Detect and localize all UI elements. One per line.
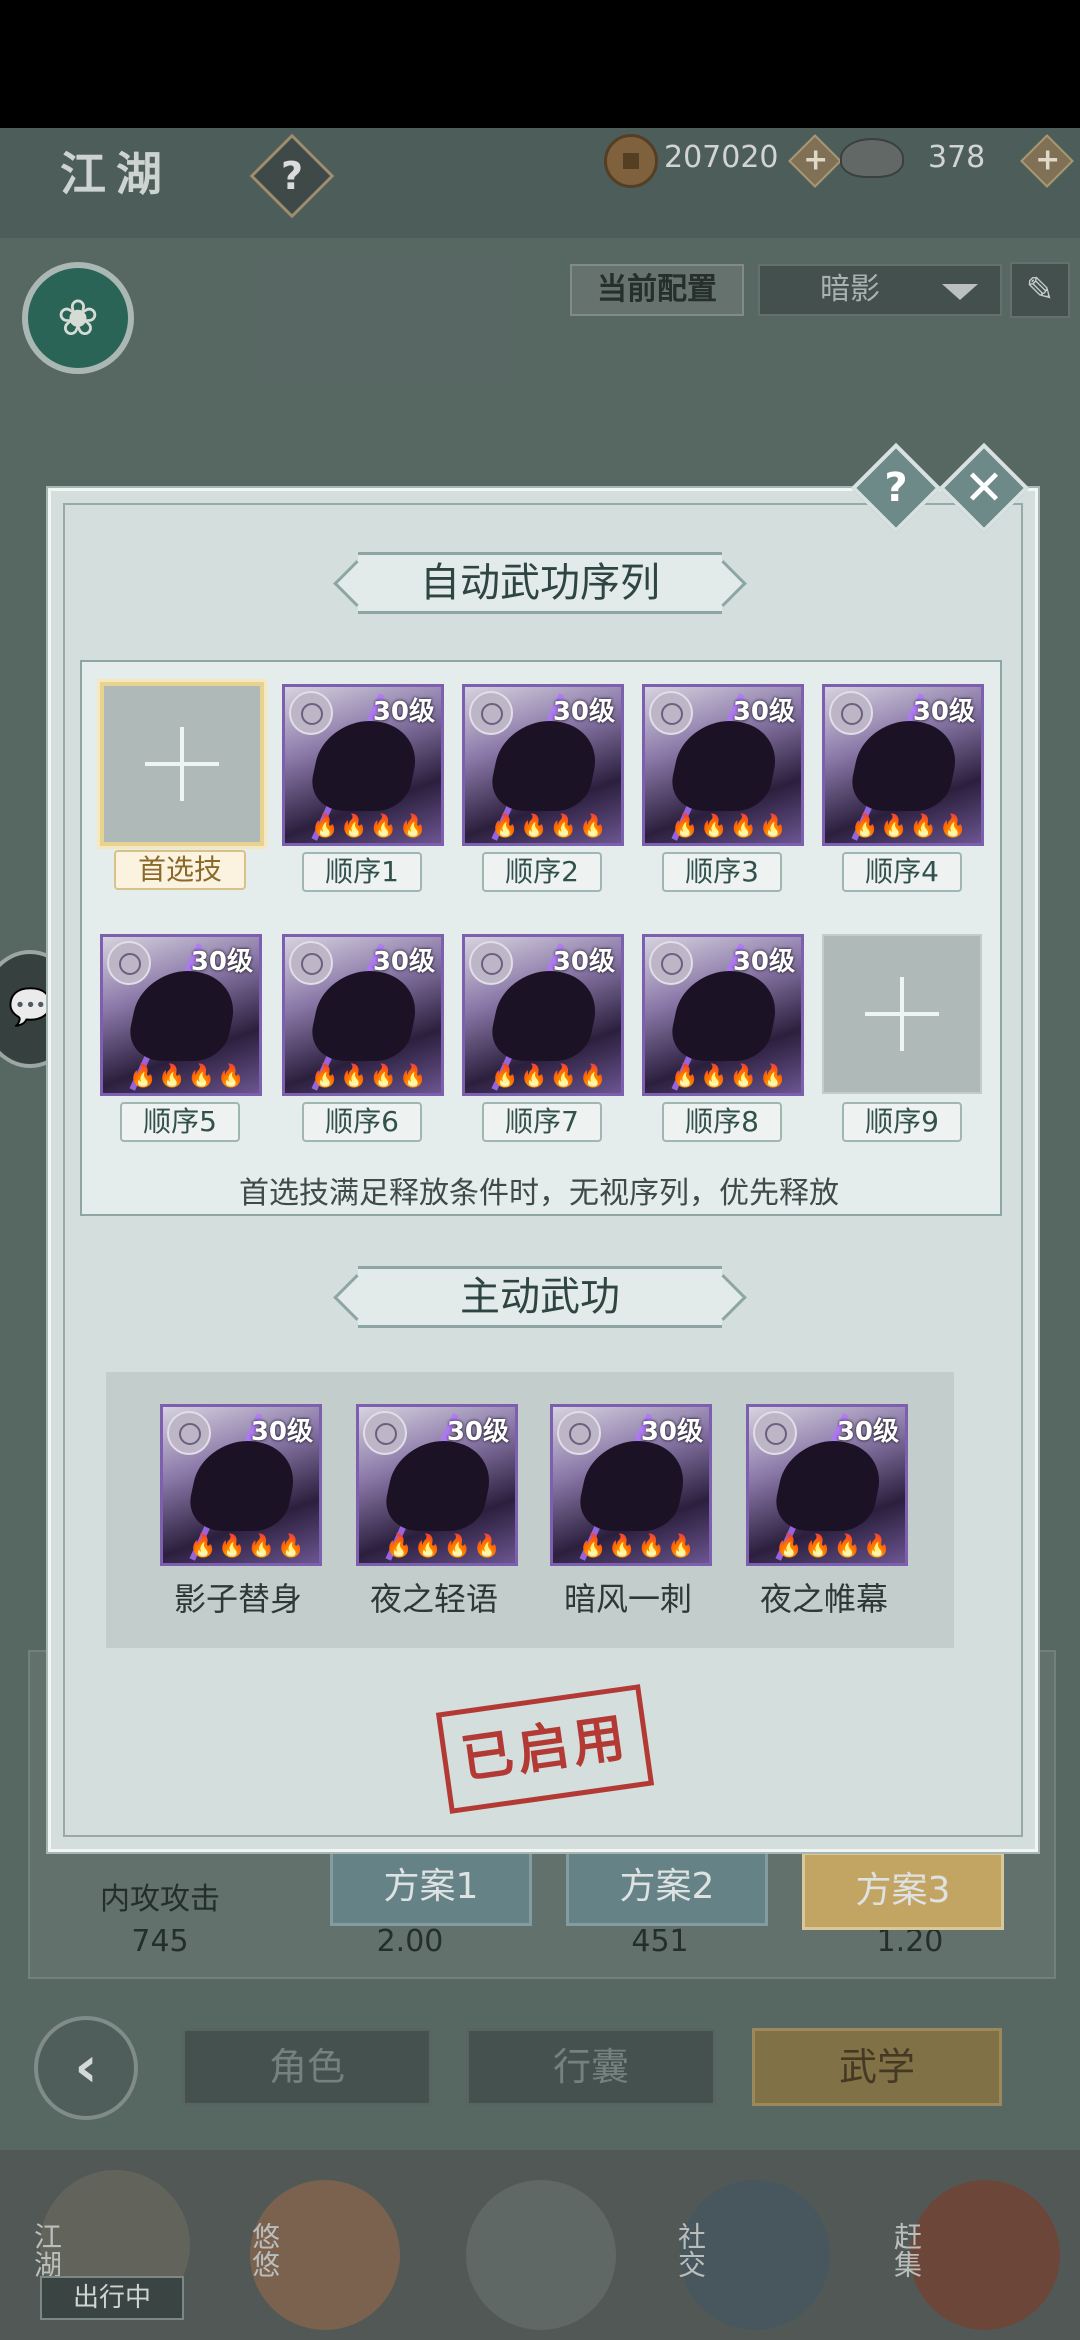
flame-rank-icon: 🔥🔥🔥🔥 [491,814,609,839]
skill-level: 30级 [836,1417,899,1447]
skill-level: 30级 [190,947,253,977]
rose-emblem-icon [649,691,693,735]
skill-name: 影子替身 [173,1580,302,1618]
ninja-silhouette [183,1441,303,1531]
slot-tag: 顺序5 [120,1102,240,1142]
skill-level: 30级 [732,947,795,977]
flame-rank-icon: 🔥🔥🔥🔥 [671,1064,789,1089]
ninja-silhouette [485,971,605,1061]
flame-rank-icon: 🔥🔥🔥🔥 [775,1534,893,1559]
slot-tag: 顺序1 [302,852,422,892]
flame-rank-icon: 🔥🔥🔥🔥 [311,1064,429,1089]
skill-slot[interactable]: 30级 🔥🔥🔥🔥 [100,934,262,1096]
slot-tag: 顺序9 [842,1102,962,1142]
ninja-silhouette [123,971,243,1061]
ninja-silhouette [573,1441,693,1531]
skill-name: 夜之帷幕 [759,1580,888,1618]
skill-slot[interactable]: 30级 🔥🔥🔥🔥 [642,934,804,1096]
rose-emblem-icon [363,1411,407,1455]
close-icon: ✕ [963,460,1005,516]
rose-emblem-icon [829,691,873,735]
skill-slot[interactable]: 30级 🔥🔥🔥🔥 [282,684,444,846]
skill-level: 30级 [372,697,435,727]
slot-tag: 顺序7 [482,1102,602,1142]
active-skill-card[interactable]: 30级 🔥🔥🔥🔥 [356,1404,518,1566]
ninja-silhouette [665,721,785,811]
slot-tag: 顺序8 [662,1102,782,1142]
skill-level: 30级 [250,1417,313,1447]
active-skills-title: 主动武功 [358,1266,722,1328]
skill-level: 30级 [552,947,615,977]
skill-slot[interactable]: 30级 🔥🔥🔥🔥 [462,934,624,1096]
rose-emblem-icon [469,941,513,985]
skill-level: 30级 [372,947,435,977]
ninja-silhouette [305,971,425,1061]
skill-slot[interactable]: 30级 🔥🔥🔥🔥 [822,684,984,846]
rose-emblem-icon [649,941,693,985]
help-icon: ? [884,465,908,511]
flame-rank-icon: 🔥🔥🔥🔥 [385,1534,503,1559]
skill-level: 30级 [640,1417,703,1447]
plus-icon [824,936,980,1092]
slot-tag: 顺序3 [662,852,782,892]
flame-rank-icon: 🔥🔥🔥🔥 [579,1534,697,1559]
rose-emblem-icon [167,1411,211,1455]
first-skill-slot[interactable] [100,682,264,846]
sequence-note: 首选技满足释放条件时，无视序列，优先释放 [239,1176,839,1211]
skill-level: 30级 [552,697,615,727]
flame-rank-icon: 🔥🔥🔥🔥 [851,814,969,839]
ninja-silhouette [769,1441,889,1531]
slot-tag: 首选技 [114,850,246,890]
active-skill-card[interactable]: 30级 🔥🔥🔥🔥 [550,1404,712,1566]
ninja-silhouette [485,721,605,811]
flame-rank-icon: 🔥🔥🔥🔥 [129,1064,247,1089]
slot-tag: 顺序2 [482,852,602,892]
skill-slot[interactable]: 30级 🔥🔥🔥🔥 [282,934,444,1096]
skill-name: 暗风一刺 [563,1580,692,1618]
skill-slot[interactable]: 30级 🔥🔥🔥🔥 [462,684,624,846]
flame-rank-icon: 🔥🔥🔥🔥 [671,814,789,839]
rose-emblem-icon [557,1411,601,1455]
flame-rank-icon: 🔥🔥🔥🔥 [189,1534,307,1559]
rose-emblem-icon [469,691,513,735]
rose-emblem-icon [289,941,333,985]
rose-emblem-icon [753,1411,797,1455]
ninja-silhouette [305,721,425,811]
active-skill-card[interactable]: 30级 🔥🔥🔥🔥 [746,1404,908,1566]
flame-rank-icon: 🔥🔥🔥🔥 [491,1064,609,1089]
ninja-silhouette [665,971,785,1061]
rose-emblem-icon [107,941,151,985]
empty-skill-slot[interactable] [822,934,982,1094]
slot-tag: 顺序6 [302,1102,422,1142]
rose-emblem-icon [289,691,333,735]
skill-level: 30级 [732,697,795,727]
ninja-silhouette [379,1441,499,1531]
skill-slot[interactable]: 30级 🔥🔥🔥🔥 [642,684,804,846]
slot-tag: 顺序4 [842,852,962,892]
plus-icon [104,686,260,842]
sequence-title: 自动武功序列 [358,552,722,614]
skill-level: 30级 [912,697,975,727]
ninja-silhouette [845,721,965,811]
skill-level: 30级 [446,1417,509,1447]
active-skill-card[interactable]: 30级 🔥🔥🔥🔥 [160,1404,322,1566]
skill-name: 夜之轻语 [369,1580,498,1618]
flame-rank-icon: 🔥🔥🔥🔥 [311,814,429,839]
